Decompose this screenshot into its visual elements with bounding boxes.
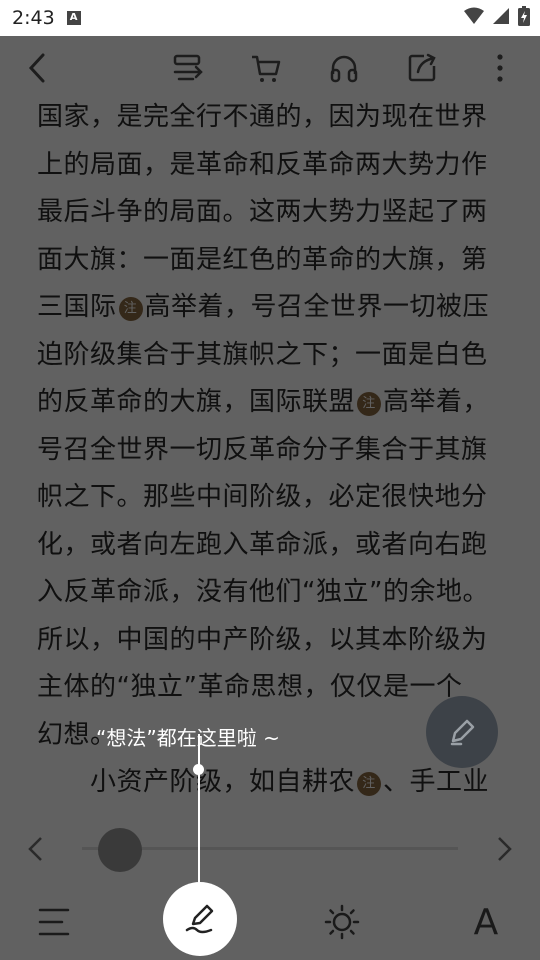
pen-icon bbox=[185, 904, 214, 934]
table-of-contents-button[interactable] bbox=[28, 896, 80, 948]
back-icon bbox=[28, 53, 45, 83]
menu-icon bbox=[38, 908, 70, 936]
cart-button[interactable] bbox=[248, 50, 284, 86]
notification-a-icon: A bbox=[66, 11, 81, 25]
status-bar: 2:43 A bbox=[0, 0, 540, 36]
tip-pointer-line bbox=[198, 734, 200, 884]
write-thought-button[interactable] bbox=[163, 882, 237, 956]
next-chapter-icon[interactable] bbox=[494, 836, 514, 862]
previous-chapter-icon[interactable] bbox=[26, 836, 46, 862]
more-icon bbox=[497, 54, 503, 82]
switch-source-icon bbox=[173, 54, 203, 81]
edit-icon bbox=[450, 719, 475, 746]
write-idea-button[interactable] bbox=[426, 696, 498, 768]
reader-view[interactable]: 国家，是完全行不通的，因为现在世界上的局面，是革命和反革命两大势力作最后斗争的局… bbox=[0, 36, 540, 960]
cart-icon bbox=[252, 55, 281, 82]
back-button[interactable] bbox=[20, 50, 56, 86]
font-settings-button[interactable]: A bbox=[460, 896, 512, 948]
signal-icon bbox=[493, 8, 509, 24]
switch-source-button[interactable] bbox=[170, 50, 206, 86]
brightness-button[interactable] bbox=[316, 896, 368, 948]
more-button[interactable] bbox=[482, 50, 518, 86]
wifi-icon bbox=[464, 7, 484, 24]
ideas-tip: “想法”都在这里啦 ~ bbox=[96, 726, 280, 750]
share-button[interactable] bbox=[404, 50, 440, 86]
status-icons bbox=[464, 6, 530, 26]
reader-top-toolbar bbox=[0, 36, 540, 100]
share-icon bbox=[408, 53, 436, 82]
chapter-progress bbox=[0, 828, 540, 872]
headphones-icon bbox=[330, 55, 358, 83]
brightness-icon bbox=[324, 904, 360, 940]
reader-bottom-toolbar: A bbox=[0, 788, 540, 960]
status-time: 2:43 bbox=[12, 7, 55, 29]
tip-pointer-dot bbox=[193, 764, 204, 775]
progress-thumb[interactable] bbox=[98, 828, 142, 872]
font-icon: A bbox=[473, 901, 499, 943]
listen-button[interactable] bbox=[326, 50, 362, 86]
battery-icon bbox=[518, 6, 530, 26]
